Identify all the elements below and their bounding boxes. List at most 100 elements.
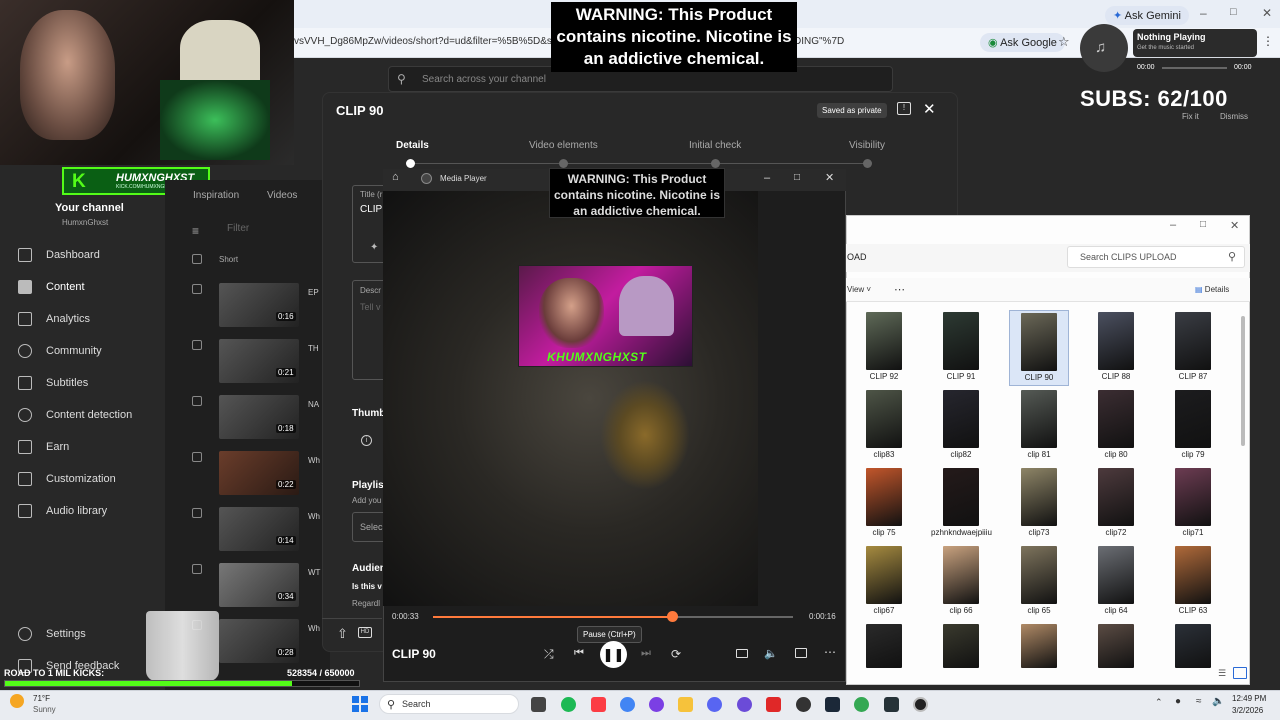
maximize-icon[interactable]: □ — [794, 172, 800, 183]
file-tile[interactable]: CLIP 90 — [1009, 310, 1069, 386]
row-title[interactable]: Wh — [308, 456, 320, 465]
start-button[interactable] — [352, 696, 368, 712]
minimize-icon[interactable]: – — [764, 172, 770, 184]
file-tile[interactable]: clip67 — [854, 544, 914, 620]
file-tile[interactable] — [931, 622, 991, 672]
terminal-icon[interactable] — [884, 697, 899, 712]
apple-music-icon[interactable] — [591, 697, 606, 712]
file-tile[interactable]: CLIP 91 — [931, 310, 991, 386]
restore-icon[interactable]: □ — [1230, 6, 1237, 18]
music-progress-bar[interactable] — [1162, 67, 1227, 69]
details-pane-button[interactable]: ▤ Details — [1195, 285, 1229, 294]
home-icon[interactable]: ⌂ — [392, 171, 399, 183]
app-icon[interactable] — [649, 697, 664, 712]
ask-google-button[interactable]: ◉ Ask Google — [980, 33, 1065, 52]
row-checkbox[interactable] — [192, 564, 202, 574]
dismiss-button[interactable]: Dismiss — [1220, 112, 1248, 121]
nav-dashboard[interactable]: Dashboard — [18, 245, 158, 265]
repeat-off-icon[interactable]: ⟳ — [671, 647, 681, 661]
sparkle-icon[interactable]: ✦ — [370, 242, 378, 253]
view-menu-button[interactable]: View ˅ — [847, 285, 871, 294]
close-icon[interactable]: ✕ — [825, 171, 834, 184]
explorer-search-input[interactable]: Search CLIPS UPLOAD ⚲ — [1067, 246, 1245, 268]
ask-gemini-button[interactable]: ✦ Ask Gemini — [1105, 6, 1189, 25]
row-title[interactable]: Wh — [308, 512, 320, 521]
nav-content[interactable]: Content — [18, 277, 158, 297]
file-tile[interactable]: CLIP 88 — [1086, 310, 1146, 386]
nav-customization[interactable]: Customization — [18, 469, 158, 489]
previous-track-icon[interactable]: ⏮ — [574, 647, 584, 660]
file-tile[interactable]: clip73 — [1009, 466, 1069, 542]
row-title[interactable]: EP — [308, 288, 319, 297]
shuffle-icon[interactable]: ⤮ — [544, 647, 554, 662]
close-window-icon[interactable]: ✕ — [1262, 6, 1272, 20]
title-field-value[interactable]: CLIP — [360, 204, 382, 215]
step-initial-check[interactable]: Initial check — [689, 140, 741, 151]
filter-input[interactable]: Filter — [227, 223, 249, 234]
maximize-icon[interactable]: □ — [1200, 219, 1206, 230]
steam-icon[interactable] — [825, 697, 840, 712]
file-tile[interactable]: clip 79 — [1163, 388, 1223, 464]
select-all-checkbox[interactable] — [192, 254, 202, 264]
volume-icon[interactable]: 🔈 — [1212, 696, 1224, 707]
row-title[interactable]: NA — [308, 400, 319, 409]
file-tile[interactable]: clip82 — [931, 388, 991, 464]
app-icon-3[interactable] — [766, 697, 781, 712]
file-tile[interactable]: clip72 — [1086, 466, 1146, 542]
explorer-breadcrumb[interactable]: OAD — [847, 252, 867, 262]
file-tile[interactable]: clip 75 — [854, 466, 914, 542]
clock-date[interactable]: 3/2/2026 — [1232, 706, 1263, 715]
row-title[interactable]: Wh — [308, 624, 320, 633]
details-view-icon[interactable]: ☰ — [1218, 668, 1226, 679]
row-checkbox[interactable] — [192, 508, 202, 518]
close-icon[interactable]: ✕ — [1230, 219, 1239, 232]
file-tile[interactable]: clip 80 — [1086, 388, 1146, 464]
row-checkbox[interactable] — [192, 396, 202, 406]
obs-icon[interactable] — [796, 697, 811, 712]
microphone-icon[interactable]: ● — [1175, 696, 1181, 707]
minimize-icon[interactable]: – — [1170, 219, 1176, 231]
row-title[interactable]: WT — [308, 568, 320, 577]
browser-menu-icon[interactable]: ⋮ — [1262, 34, 1274, 48]
nav-community[interactable]: Community — [18, 341, 158, 361]
info-icon[interactable]: i — [361, 435, 372, 446]
bookmark-star-icon[interactable]: ☆ — [1058, 34, 1070, 50]
miniplayer-icon[interactable] — [795, 648, 807, 658]
task-view-icon[interactable] — [531, 697, 546, 712]
file-tile[interactable] — [1086, 622, 1146, 672]
video-canvas[interactable] — [383, 191, 758, 606]
feedback-alert-icon[interactable]: ! — [897, 102, 911, 115]
now-playing-widget[interactable]: Nothing Playing Get the music started — [1133, 29, 1257, 57]
captions-icon[interactable] — [736, 649, 748, 658]
minimize-icon[interactable]: – — [1200, 6, 1207, 20]
pause-button[interactable]: ❚❚ — [600, 641, 627, 668]
volume-icon[interactable]: 🔈 — [764, 647, 778, 660]
sun-icon[interactable] — [10, 694, 24, 708]
clock-time[interactable]: 12:49 PM — [1232, 694, 1266, 703]
file-tile[interactable]: CLIP 92 — [854, 310, 914, 386]
nav-earn[interactable]: Earn — [18, 437, 158, 457]
file-tile[interactable]: clip 81 — [1009, 388, 1069, 464]
next-track-icon[interactable]: ⏭ — [641, 647, 651, 660]
taskbar-search[interactable]: ⚲ Search — [379, 694, 519, 714]
chrome-icon-2[interactable] — [854, 697, 869, 712]
row-title[interactable]: TH — [308, 344, 319, 353]
file-explorer-icon[interactable] — [678, 697, 693, 712]
file-tile[interactable]: clip83 — [854, 388, 914, 464]
file-tile[interactable] — [1009, 622, 1069, 672]
step-video-elements[interactable]: Video elements — [529, 140, 598, 151]
your-channel-label[interactable]: Your channel — [55, 202, 124, 214]
upload-icon[interactable]: ⇧ — [337, 626, 348, 642]
nav-audio-library[interactable]: Audio library — [18, 501, 158, 521]
weather-temp[interactable]: 71°F — [33, 694, 50, 703]
discord-icon[interactable] — [707, 697, 722, 712]
large-icons-view-icon[interactable] — [1233, 667, 1247, 679]
more-options-icon[interactable]: ⋯ — [894, 283, 905, 296]
close-dialog-icon[interactable]: ✕ — [923, 100, 936, 118]
tab-videos[interactable]: Videos — [267, 190, 297, 201]
chevron-up-icon[interactable]: ⌃ — [1155, 697, 1163, 708]
row-checkbox[interactable] — [192, 340, 202, 350]
step-visibility[interactable]: Visibility — [849, 140, 885, 151]
nav-content-detection[interactable]: Content detection — [18, 405, 158, 425]
more-options-icon[interactable]: ⋯ — [824, 645, 836, 659]
